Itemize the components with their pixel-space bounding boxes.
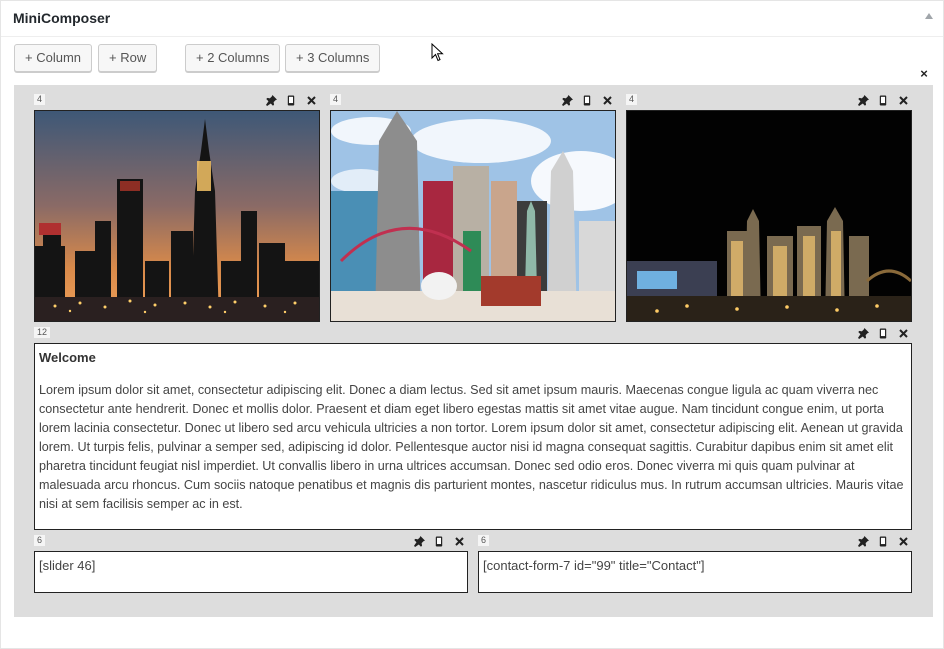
pin-icon[interactable] bbox=[856, 534, 870, 548]
city-skyline-dusk-image bbox=[35, 111, 319, 321]
panel-title: MiniComposer bbox=[13, 10, 111, 26]
pin-icon[interactable] bbox=[856, 93, 870, 107]
column-width-label: 6 bbox=[34, 535, 46, 546]
column-6[interactable]: 6 [contact-form-7 id="99" title="Contact… bbox=[478, 534, 912, 593]
close-icon[interactable] bbox=[896, 534, 910, 548]
triangle-up-icon[interactable] bbox=[925, 13, 933, 19]
column-2[interactable]: 4 bbox=[330, 93, 616, 322]
text-block-body: Lorem ipsum dolor sit amet, consectetur … bbox=[39, 383, 904, 511]
close-icon[interactable] bbox=[304, 93, 318, 107]
column-tools bbox=[560, 93, 614, 107]
add-row-button[interactable]: + Row bbox=[98, 44, 158, 72]
column-tools bbox=[856, 326, 910, 340]
pin-icon[interactable] bbox=[856, 326, 870, 340]
add-3-columns-button[interactable]: + 3 Columns bbox=[285, 44, 381, 72]
column-tools bbox=[264, 93, 318, 107]
mobile-icon[interactable] bbox=[876, 534, 890, 548]
column-width-label: 4 bbox=[330, 94, 342, 105]
add-column-button[interactable]: + Column bbox=[14, 44, 92, 72]
shortcode-content[interactable]: [contact-form-7 id="99" title="Contact"] bbox=[478, 551, 912, 593]
close-icon[interactable] bbox=[600, 93, 614, 107]
mobile-icon[interactable] bbox=[284, 93, 298, 107]
image-content[interactable] bbox=[330, 110, 616, 322]
column-1[interactable]: 4 bbox=[34, 93, 320, 322]
column-tools bbox=[856, 534, 910, 548]
add-2-columns-button[interactable]: + 2 Columns bbox=[185, 44, 281, 72]
column-4[interactable]: 12 Welcome Lorem ipsum dolor sit amet, c… bbox=[34, 326, 912, 530]
row-delete-button[interactable]: × bbox=[917, 67, 931, 81]
las-vegas-new-york-hotel-image bbox=[331, 111, 615, 321]
column-5[interactable]: 6 [slider 46] bbox=[34, 534, 468, 593]
column-width-label: 4 bbox=[626, 94, 638, 105]
las-vegas-night-image bbox=[627, 111, 911, 321]
shortcode-content[interactable]: [slider 46] bbox=[34, 551, 468, 593]
mobile-icon[interactable] bbox=[876, 326, 890, 340]
pin-icon[interactable] bbox=[264, 93, 278, 107]
column-width-label: 6 bbox=[478, 535, 490, 546]
text-block-title: Welcome bbox=[39, 350, 96, 365]
column-tools bbox=[412, 534, 466, 548]
close-icon[interactable] bbox=[452, 534, 466, 548]
image-content[interactable] bbox=[626, 110, 912, 322]
column-3[interactable]: 4 bbox=[626, 93, 912, 322]
column-tools bbox=[856, 93, 910, 107]
mobile-icon[interactable] bbox=[876, 93, 890, 107]
close-icon[interactable] bbox=[896, 93, 910, 107]
shortcode-text: [contact-form-7 id="99" title="Contact"] bbox=[483, 558, 705, 573]
mobile-icon[interactable] bbox=[432, 534, 446, 548]
pin-icon[interactable] bbox=[412, 534, 426, 548]
pin-icon[interactable] bbox=[560, 93, 574, 107]
column-width-label: 12 bbox=[34, 327, 51, 338]
image-content[interactable] bbox=[34, 110, 320, 322]
shortcode-text: [slider 46] bbox=[39, 558, 96, 573]
mobile-icon[interactable] bbox=[580, 93, 594, 107]
panel-header[interactable]: MiniComposer bbox=[1, 1, 943, 37]
close-icon[interactable] bbox=[896, 326, 910, 340]
text-content[interactable]: Welcome Lorem ipsum dolor sit amet, cons… bbox=[34, 343, 912, 530]
mouse-pointer-icon bbox=[431, 43, 444, 62]
column-width-label: 4 bbox=[34, 94, 46, 105]
minicomposer-panel: MiniComposer + Column + Row + 2 Columns … bbox=[0, 0, 944, 649]
